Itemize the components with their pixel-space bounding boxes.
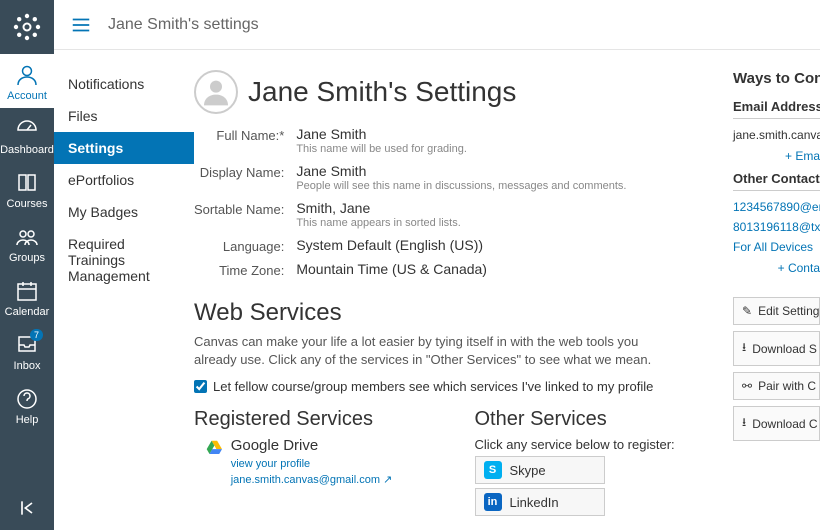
add-contact-link[interactable]: + Conta: [733, 257, 820, 279]
google-drive-icon: [206, 437, 223, 457]
download-icon: ⭳: [742, 413, 746, 434]
linkedin-icon: in: [484, 493, 502, 511]
page-title: Jane Smith's Settings: [248, 76, 516, 108]
nav-label: Groups: [9, 252, 45, 264]
inbox-icon: 7: [14, 332, 40, 358]
secnav-settings[interactable]: Settings: [54, 132, 194, 164]
other-services-hint: Click any service below to register:: [475, 437, 716, 452]
nav-inbox[interactable]: 7 Inbox: [0, 324, 54, 378]
hamburger-icon: [70, 14, 92, 36]
display-name-value: Jane Smith: [296, 163, 626, 179]
other-service-label: Skype: [510, 463, 546, 478]
pencil-icon: ✎: [742, 304, 752, 318]
nav-collapse[interactable]: [0, 486, 54, 530]
visibility-checkbox-label: Let fellow course/group members see whic…: [213, 379, 653, 394]
display-name-hint: People will see this name in discussions…: [296, 180, 626, 192]
nav-label: Calendar: [5, 306, 50, 318]
inbox-badge: 7: [30, 329, 43, 341]
registered-services-heading: Registered Services: [194, 408, 435, 431]
collapse-icon: [17, 498, 37, 518]
nav-calendar[interactable]: Calendar: [0, 270, 54, 324]
download-button-2[interactable]: ⭳Download C: [733, 406, 820, 441]
right-panel: Ways to Contac Email Addresse jane.smith…: [725, 50, 820, 530]
other-contacts-heading: Other Contacts: [733, 171, 820, 191]
email-value: jane.smith.canvas: [733, 125, 820, 145]
contact-heading: Ways to Contac: [733, 70, 820, 87]
nav-account[interactable]: Account: [0, 54, 54, 108]
pair-button[interactable]: ⚯Pair with C: [733, 372, 820, 400]
topbar: Jane Smith's settings: [54, 0, 820, 50]
nav-label: Help: [16, 414, 39, 426]
visibility-checkbox[interactable]: [194, 380, 207, 393]
nav-help[interactable]: Help: [0, 378, 54, 432]
secnav-my-badges[interactable]: My Badges: [54, 196, 194, 228]
account-icon: [14, 62, 40, 88]
canvas-logo-icon: [12, 12, 42, 42]
nav-dashboard[interactable]: Dashboard: [0, 108, 54, 162]
registered-service-name: Google Drive: [231, 437, 435, 454]
email-heading: Email Addresse: [733, 99, 820, 119]
other-service-linkedin[interactable]: in LinkedIn: [475, 488, 605, 516]
timezone-value: Mountain Time (US & Canada): [296, 261, 626, 277]
secnav-eportfolios[interactable]: ePortfolios: [54, 164, 194, 196]
contact-link[interactable]: 1234567890@em: [733, 197, 820, 217]
main-area: Jane Smith's settings Notifications File…: [54, 0, 820, 530]
breadcrumb: Jane Smith's settings: [108, 16, 259, 34]
display-name-label: Display Name:: [194, 161, 296, 198]
dashboard-icon: [14, 116, 40, 142]
visibility-checkbox-row[interactable]: Let fellow course/group members see whic…: [194, 379, 715, 394]
full-name-value: Jane Smith: [296, 126, 626, 142]
registered-service-item: Google Drive view your profile jane.smit…: [206, 437, 435, 486]
full-name-label: Full Name:*: [194, 124, 296, 161]
avatar-placeholder-icon: [200, 76, 232, 108]
sortable-name-hint: This name appears in sorted lists.: [296, 217, 626, 229]
courses-icon: [14, 170, 40, 196]
download-icon: ⭳: [742, 338, 746, 359]
avatar[interactable]: [194, 70, 238, 114]
other-service-skype[interactable]: S Skype: [475, 456, 605, 484]
nav-groups[interactable]: Groups: [0, 216, 54, 270]
secnav-files[interactable]: Files: [54, 100, 194, 132]
secondary-nav: Notifications Files Settings ePortfolios…: [54, 50, 194, 530]
hamburger-menu[interactable]: [70, 14, 92, 36]
settings-body: Jane Smith's Settings Full Name:* Jane S…: [194, 50, 725, 530]
add-email-link[interactable]: + Ema: [733, 145, 820, 167]
skype-icon: S: [484, 461, 502, 479]
edit-settings-button[interactable]: ✎Edit Setting: [733, 297, 820, 325]
pair-icon: ⚯: [742, 379, 752, 393]
web-services-heading: Web Services: [194, 299, 715, 327]
full-name-hint: This name will be used for grading.: [296, 143, 626, 155]
nav-courses[interactable]: Courses: [0, 162, 54, 216]
nav-label: Courses: [7, 198, 48, 210]
language-label: Language:: [194, 235, 296, 259]
other-services-heading: Other Services: [475, 408, 716, 431]
nav-label: Inbox: [14, 360, 41, 372]
canvas-logo: [0, 0, 54, 54]
other-service-label: LinkedIn: [510, 495, 559, 510]
sortable-name-value: Smith, Jane: [296, 200, 626, 216]
sortable-name-label: Sortable Name:: [194, 198, 296, 235]
secnav-required-trainings[interactable]: Required Trainings Management: [54, 228, 194, 292]
groups-icon: [14, 224, 40, 250]
secnav-notifications[interactable]: Notifications: [54, 68, 194, 100]
global-nav: Account Dashboard Courses Groups Calenda…: [0, 0, 54, 530]
calendar-icon: [14, 278, 40, 304]
nav-label: Account: [7, 90, 47, 102]
download-button[interactable]: ⭳Download S: [733, 331, 820, 366]
help-icon: [14, 386, 40, 412]
registered-service-link[interactable]: view your profile jane.smith.canvas@gmai…: [231, 458, 393, 486]
timezone-label: Time Zone:: [194, 259, 296, 283]
contact-link[interactable]: 8013196118@tx: [733, 217, 820, 237]
for-all-devices-link[interactable]: For All Devices: [733, 237, 820, 257]
web-services-description: Canvas can make your life a lot easier b…: [194, 333, 664, 369]
profile-fields: Full Name:* Jane Smith This name will be…: [194, 124, 626, 283]
nav-label: Dashboard: [0, 144, 54, 156]
language-value: System Default (English (US)): [296, 237, 626, 253]
